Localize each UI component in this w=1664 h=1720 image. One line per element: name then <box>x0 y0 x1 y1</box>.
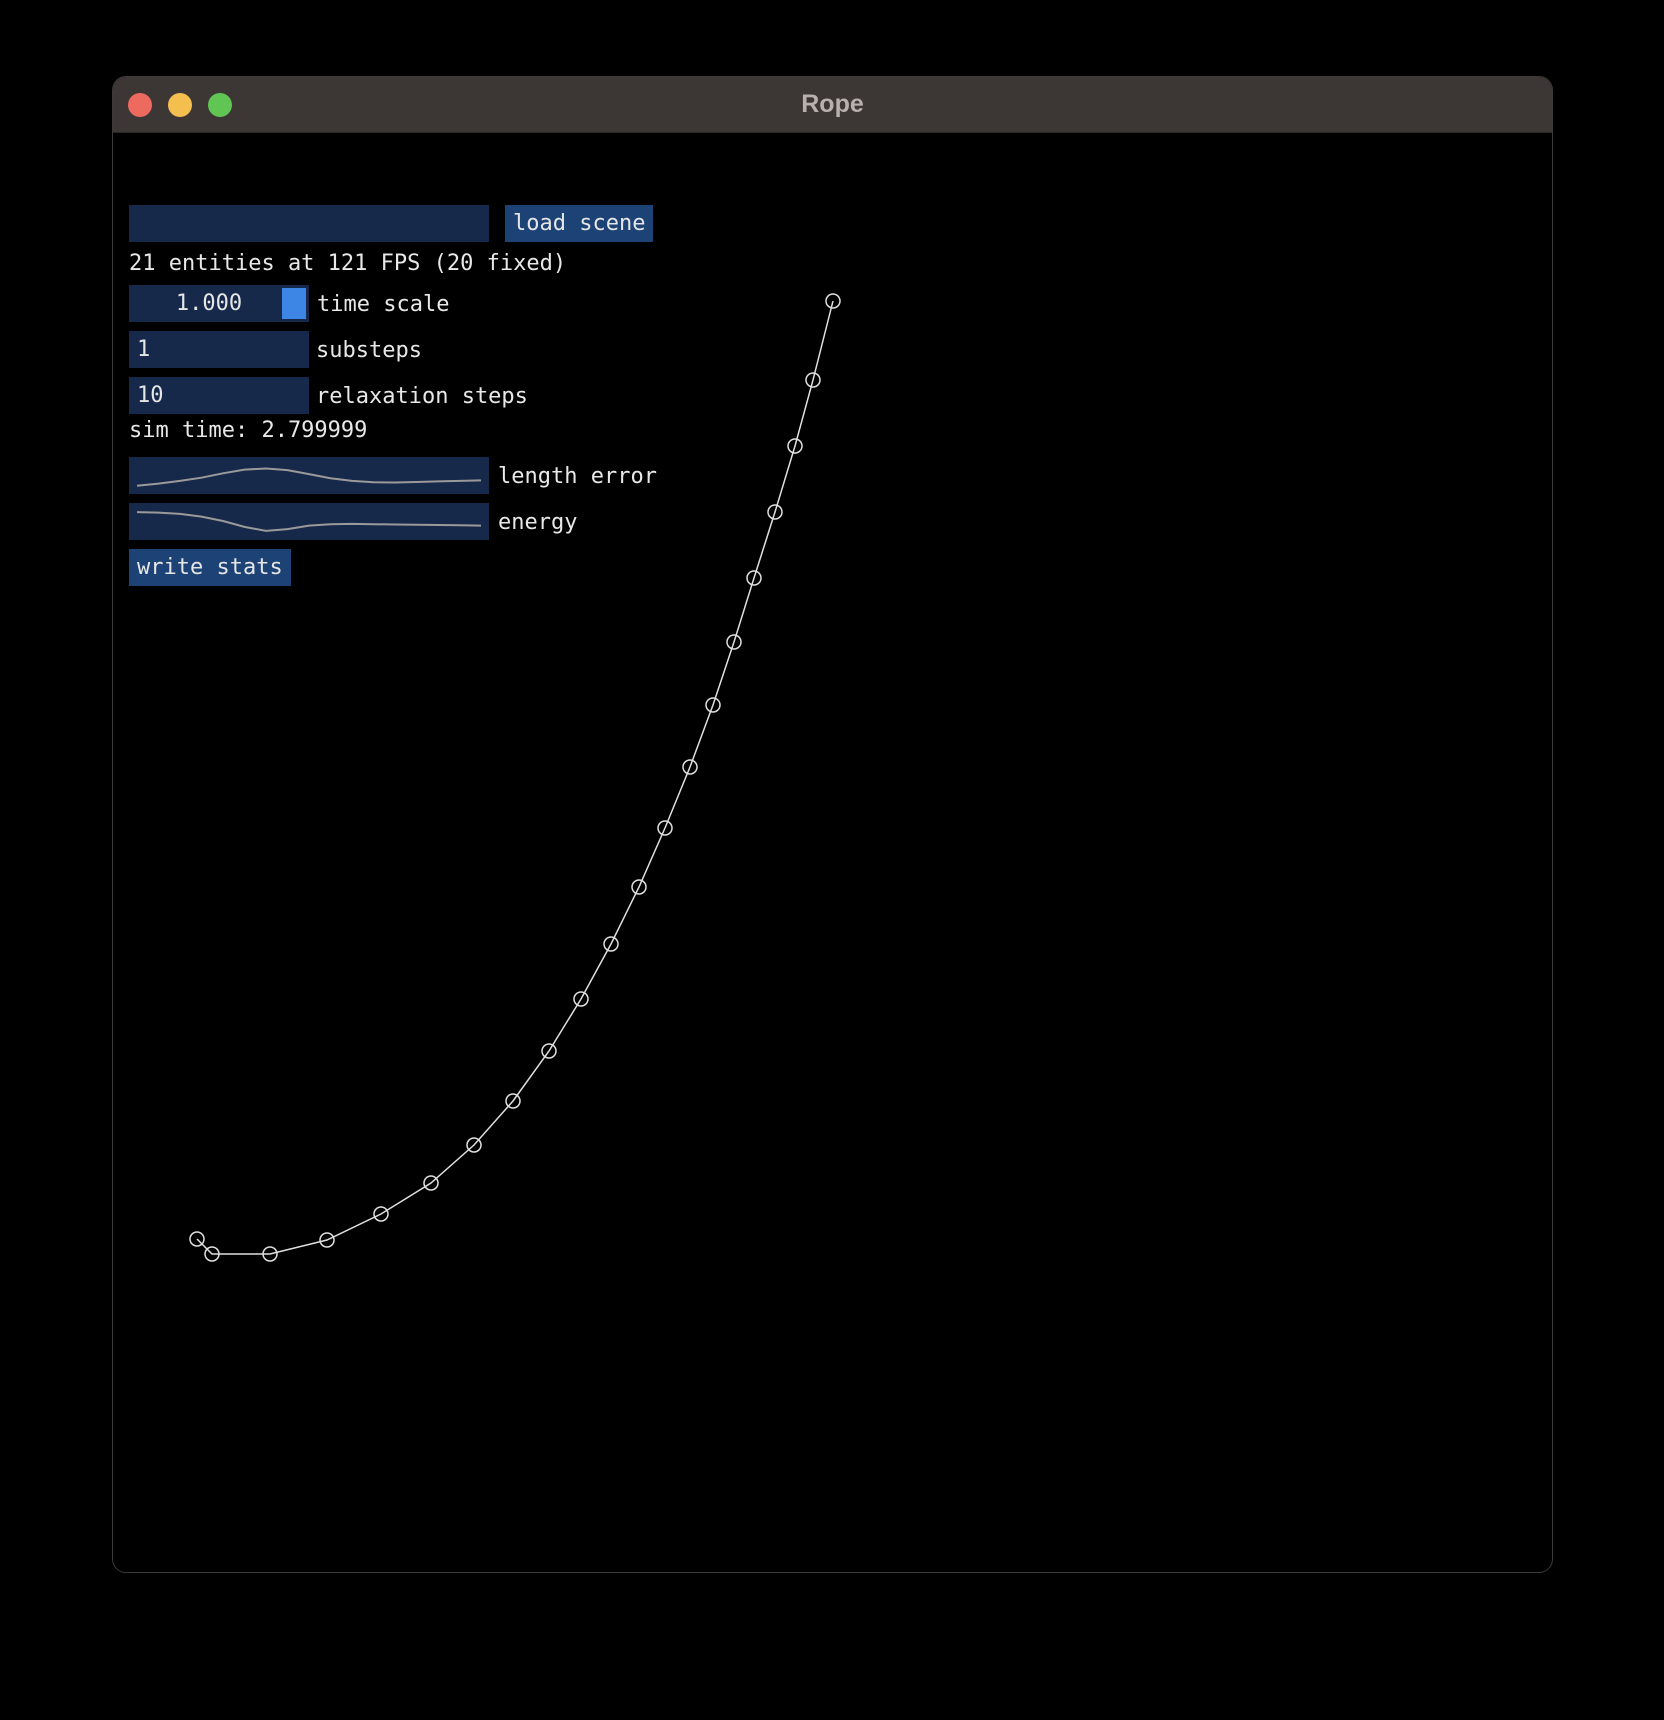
stats-text: 21 entities at 121 FPS (20 fixed) <box>129 251 567 276</box>
time-scale-slider[interactable]: 1.000 <box>129 285 309 322</box>
app-window: Rope load scene 21 entities at 121 FPS (… <box>112 76 1553 1573</box>
length-error-plot[interactable] <box>129 457 489 494</box>
substeps-label: substeps <box>316 338 422 363</box>
relaxation-steps-input[interactable]: 10 <box>129 377 309 414</box>
energy-label: energy <box>498 510 578 535</box>
rope-line <box>196 300 834 1255</box>
title-bar[interactable]: Rope <box>113 77 1552 133</box>
scene-path-input[interactable] <box>129 205 489 242</box>
sim-time-text: sim time: 2.799999 <box>129 418 368 443</box>
substeps-input[interactable]: 1 <box>129 331 309 368</box>
length-error-label: length error <box>498 464 657 489</box>
energy-plot[interactable] <box>129 503 489 540</box>
render-area: load scene 21 entities at 121 FPS (20 fi… <box>113 133 1552 1572</box>
energy-plot-line <box>136 511 482 532</box>
time-scale-slider-grab[interactable] <box>282 288 306 319</box>
substeps-value: 1 <box>137 337 151 362</box>
write-stats-button[interactable]: write stats <box>129 549 291 586</box>
window-title: Rope <box>801 90 864 118</box>
length-error-plot-line <box>136 467 482 487</box>
relaxation-steps-label: relaxation steps <box>316 384 528 409</box>
time-scale-label: time scale <box>317 292 450 317</box>
relaxation-steps-value: 10 <box>137 383 164 408</box>
load-scene-button[interactable]: load scene <box>505 205 654 242</box>
